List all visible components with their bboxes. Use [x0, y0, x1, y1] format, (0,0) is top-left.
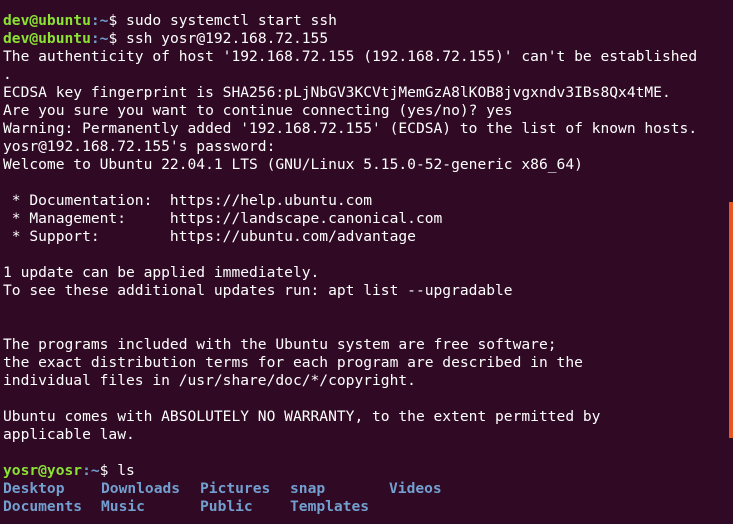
output-line: individual files in /usr/share/doc/*/cop… — [3, 372, 416, 389]
prompt-symbol: $ — [108, 12, 127, 29]
terminal-output: dev@ubuntu:~$ sudo systemctl start ssh d… — [3, 12, 721, 516]
dir-downloads: Downloads — [101, 480, 181, 497]
command-text: sudo systemctl start ssh — [126, 12, 337, 29]
prompt-symbol: $ — [99, 462, 118, 479]
scrollbar[interactable] — [729, 202, 733, 438]
output-line: * Support: https://ubuntu.com/advantage — [3, 228, 416, 245]
ls-output-row: Desktop Downloads Pictures snap Videos — [3, 480, 721, 498]
prompt-line-2: dev@ubuntu:~$ ssh yosr@192.168.72.155 — [3, 30, 721, 48]
output-line: * Management: https://landscape.canonica… — [3, 210, 443, 227]
prompt-path: :~ — [82, 462, 100, 479]
output-line: Warning: Permanently added '192.168.72.1… — [3, 120, 698, 137]
command-text: ls — [117, 462, 135, 479]
output-line: . — [3, 66, 12, 83]
dir-snap: snap — [290, 480, 326, 497]
prompt-line-3: yosr@yosr:~$ ls — [3, 462, 721, 480]
prompt-path: :~ — [90, 12, 109, 29]
output-line: 1 update can be applied immediately. — [3, 264, 320, 281]
ls-output-row: Documents Music Public Templates — [3, 498, 721, 516]
output-line: The authenticity of host '192.168.72.155… — [3, 48, 698, 65]
dir-videos: Videos — [389, 480, 442, 497]
output-line: Ubuntu comes with ABSOLUTELY NO WARRANTY… — [3, 408, 601, 425]
output-line: applicable law. — [3, 426, 135, 443]
dir-music: Music — [101, 498, 145, 515]
prompt-user: dev@ubuntu — [3, 12, 91, 29]
output-line: * Documentation: https://help.ubuntu.com — [3, 192, 373, 209]
prompt-path: :~ — [90, 30, 109, 47]
prompt-symbol: $ — [108, 30, 127, 47]
output-line: ECDSA key fingerprint is SHA256:pLjNbGV3… — [3, 84, 671, 101]
output-line: yosr@192.168.72.155's password: — [3, 138, 276, 155]
dir-public: Public — [200, 498, 253, 515]
prompt-line-1: dev@ubuntu:~$ sudo systemctl start ssh — [3, 12, 721, 30]
output-line: the exact distribution terms for each pr… — [3, 354, 583, 371]
dir-pictures: Pictures — [200, 480, 271, 497]
command-text: ssh yosr@192.168.72.155 — [126, 30, 329, 47]
prompt-user: yosr@yosr — [3, 462, 83, 479]
output-line: To see these additional updates run: apt… — [3, 282, 513, 299]
terminal-window[interactable]: dev@ubuntu:~$ sudo systemctl start ssh d… — [0, 0, 733, 524]
output-line: The programs included with the Ubuntu sy… — [3, 336, 557, 353]
dir-desktop: Desktop — [3, 480, 65, 497]
dir-documents: Documents — [3, 498, 83, 515]
output-line: Welcome to Ubuntu 22.04.1 LTS (GNU/Linux… — [3, 156, 583, 173]
prompt-user: dev@ubuntu — [3, 30, 91, 47]
dir-templates: Templates — [290, 498, 370, 515]
output-line: Are you sure you want to continue connec… — [3, 102, 513, 119]
